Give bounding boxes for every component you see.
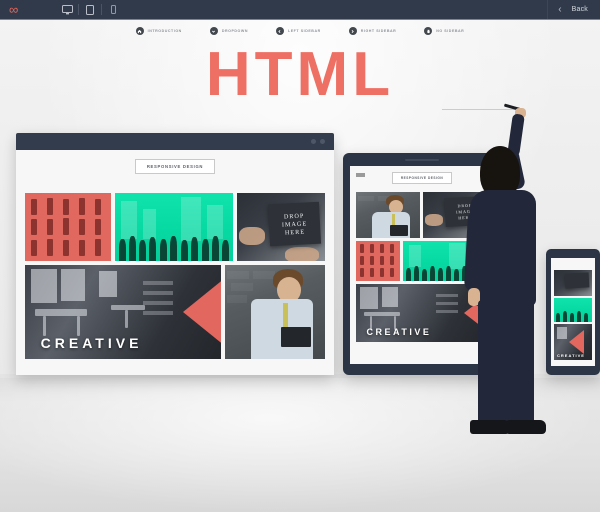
phone-play-triangle-icon[interactable]	[569, 330, 585, 354]
toolbar-divider-3	[547, 0, 549, 19]
tablet-responsive-design-button[interactable]: RESPONSIVE DESIGN	[391, 172, 453, 184]
circle-icon	[424, 27, 433, 35]
person-in-suit	[442, 103, 570, 444]
chevron-left-circle-icon	[275, 27, 284, 35]
mobile-view-icon[interactable]	[102, 0, 124, 19]
responsive-button-row: RESPONSIVE DESIGN	[16, 150, 334, 182]
nav-item-introduction[interactable]: INTRODUCTION	[135, 27, 182, 35]
tablet-creative-label: CREATIVE	[366, 326, 432, 337]
window-controls	[311, 139, 325, 144]
tablet-tile-red-people[interactable]	[356, 241, 400, 281]
home-icon	[135, 27, 144, 35]
drop-image-sign: DROP IMAGE HERE	[267, 201, 321, 246]
nav-label-dropdown: DROPDOWN	[221, 29, 248, 33]
left-shoe	[470, 420, 510, 434]
site-logo-placeholder	[356, 173, 365, 177]
toolbar-right-group: ‹ Back	[547, 0, 600, 19]
tablet-view-icon[interactable]	[79, 0, 101, 19]
right-shoe	[506, 420, 546, 434]
page-title: HTML	[205, 40, 395, 109]
close-dot[interactable]	[320, 139, 325, 144]
back-button[interactable]: Back	[572, 6, 588, 13]
left-trouser-leg	[478, 300, 506, 426]
browser-viewport: RESPONSIVE DESIGN DROP IMAGE HERE CREATI…	[16, 150, 334, 375]
responsive-design-button[interactable]: RESPONSIVE DESIGN	[134, 159, 216, 174]
browser-title-bar	[16, 133, 334, 150]
right-trouser-leg	[506, 300, 534, 426]
tablet-speaker	[405, 159, 439, 161]
drop-word-1: DROP	[283, 211, 305, 220]
nav-item-left-sidebar[interactable]: LEFT SIDEBAR	[275, 27, 321, 35]
nav-label-introduction: INTRODUCTION	[147, 29, 182, 33]
drop-word-3: HERE	[284, 227, 305, 236]
chevron-right-circle-icon	[348, 27, 357, 35]
drop-word-2: IMAGE	[281, 219, 307, 228]
desktop-browser-mockup[interactable]: RESPONSIVE DESIGN DROP IMAGE HERE CREATI…	[16, 133, 334, 375]
nav-label-no-sidebar: NO SIDEBAR	[436, 29, 465, 33]
left-sleeve	[463, 209, 491, 293]
grid-row-bottom: CREATIVE	[25, 265, 325, 359]
chevron-down-circle-icon	[209, 27, 218, 35]
tile-creative[interactable]: CREATIVE	[25, 265, 221, 359]
image-grid: DROP IMAGE HERE CREATIVE	[25, 193, 325, 359]
nav-item-dropdown[interactable]: DROPDOWN	[209, 27, 248, 35]
grid-row-top: DROP IMAGE HERE	[25, 193, 325, 261]
drawn-line	[442, 109, 520, 110]
nav-label-right-sidebar: RIGHT SIDEBAR	[360, 29, 397, 33]
nav-label-left-sidebar: LEFT SIDEBAR	[287, 29, 321, 33]
nav-item-right-sidebar[interactable]: RIGHT SIDEBAR	[348, 27, 397, 35]
tile-man-reading[interactable]	[225, 265, 325, 359]
tile-red-people[interactable]	[25, 193, 111, 261]
infinity-logo-icon[interactable]: ∞	[9, 3, 18, 16]
desktop-view-icon[interactable]	[56, 0, 78, 19]
toolbar-underline	[0, 19, 600, 20]
site-nav: INTRODUCTION DROPDOWN LEFT SIDEBAR RIGHT…	[0, 24, 600, 38]
device-preview-group	[56, 0, 124, 19]
hero-title-block: HTML	[0, 44, 600, 106]
play-triangle-icon[interactable]	[182, 278, 221, 346]
phone-drop-word	[577, 279, 579, 282]
minimize-dot[interactable]	[311, 139, 316, 144]
tablet-tile-man-reading[interactable]	[356, 192, 420, 238]
chevron-left-icon[interactable]: ‹	[558, 4, 561, 15]
tile-drop-image-here[interactable]: DROP IMAGE HERE	[237, 193, 325, 261]
tile-teal-crowd[interactable]	[115, 193, 233, 261]
scene-root: ∞ ‹ Back INTRODUCTION DROPDOWN LEFT SIDE…	[0, 0, 600, 512]
creative-label: CREATIVE	[40, 334, 143, 351]
nav-item-no-sidebar[interactable]: NO SIDEBAR	[424, 27, 464, 35]
top-toolbar: ∞ ‹ Back	[0, 0, 600, 19]
